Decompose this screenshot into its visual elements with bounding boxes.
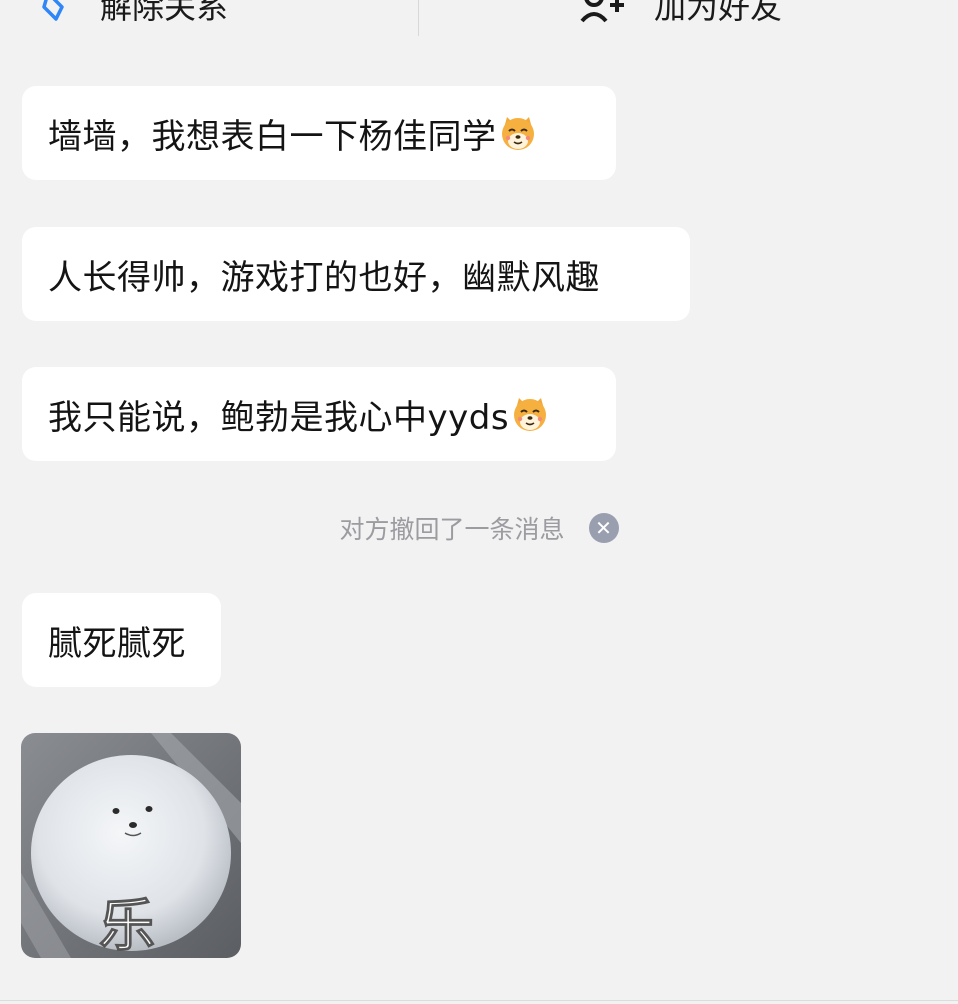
- recall-notice: 对方撤回了一条消息 ✕: [0, 510, 958, 546]
- recall-notice-text: 对方撤回了一条消息: [339, 515, 565, 544]
- sticker-caption: 乐: [99, 894, 155, 958]
- shiba-dog-emoji-icon: [511, 395, 549, 433]
- message-text: 人长得帅，游戏打的也好，幽默风趣: [48, 257, 600, 298]
- sticker-image[interactable]: 乐: [21, 733, 241, 958]
- message-text: 腻死腻死: [48, 623, 186, 664]
- message-bubble[interactable]: 我只能说，鲍勃是我心中yyds: [22, 367, 616, 461]
- message-bubble[interactable]: 墙墙，我想表白一下杨佳同学: [22, 86, 616, 180]
- bottom-divider: [0, 1000, 958, 1001]
- shiba-dog-emoji-icon: [499, 114, 537, 152]
- chat-message-list[interactable]: 墙墙，我想表白一下杨佳同学 人长得帅，游戏打的也好，幽默风趣 我只能说，鲍勃是我…: [0, 0, 958, 1004]
- close-circle-icon[interactable]: ✕: [588, 513, 619, 543]
- message-bubble[interactable]: 腻死腻死: [22, 593, 221, 687]
- message-bubble[interactable]: 人长得帅，游戏打的也好，幽默风趣: [22, 227, 690, 321]
- message-text: 我只能说，鲍勃是我心中yyds: [48, 397, 510, 438]
- message-text: 墙墙，我想表白一下杨佳同学: [48, 116, 497, 157]
